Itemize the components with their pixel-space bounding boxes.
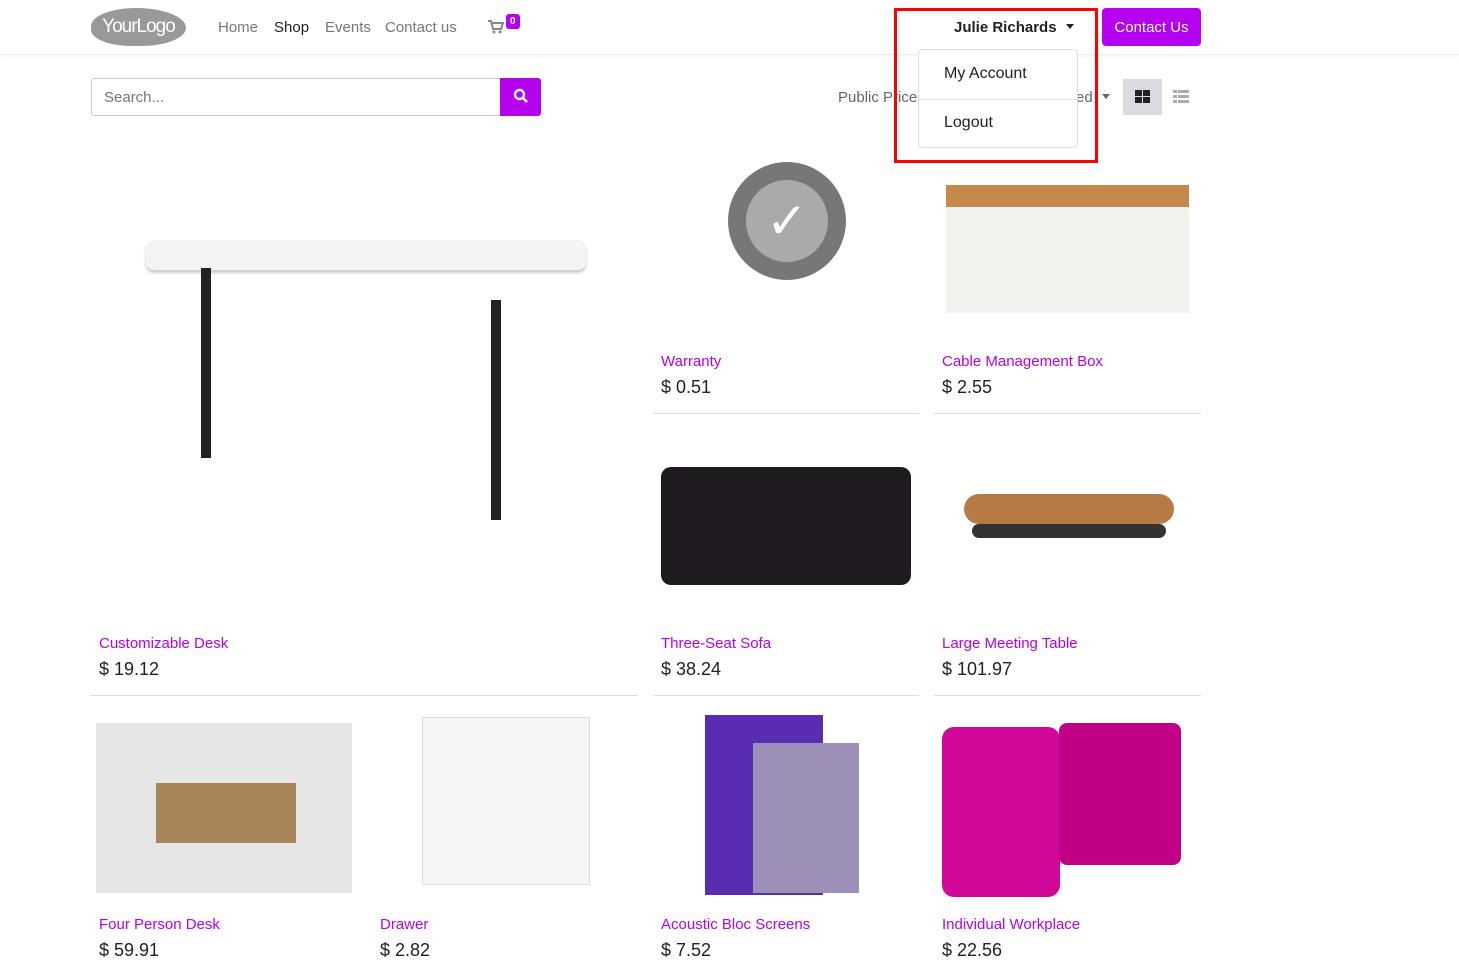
product-card[interactable]: Three-Seat Sofa $ 38.24 bbox=[653, 422, 919, 696]
product-image bbox=[96, 723, 352, 893]
product-price: $ 0.51 bbox=[661, 377, 712, 397]
product-card[interactable]: Customizable Desk $ 19.12 bbox=[91, 140, 638, 696]
product-image bbox=[942, 727, 1060, 897]
header: YourLogo Home Shop Events Contact us 0 J… bbox=[0, 0, 1459, 55]
product-image bbox=[661, 467, 911, 585]
product-name[interactable]: Warranty bbox=[661, 353, 721, 370]
product-name[interactable]: Customizable Desk bbox=[99, 635, 228, 652]
caret-down-icon bbox=[1101, 94, 1110, 99]
nav-events[interactable]: Events bbox=[325, 19, 371, 36]
product-card[interactable]: Four Person Desk $ 59.91 bbox=[91, 705, 357, 979]
product-name[interactable]: Three-Seat Sofa bbox=[661, 635, 771, 652]
logo[interactable]: YourLogo bbox=[91, 8, 186, 46]
product-name[interactable]: Large Meeting Table bbox=[942, 635, 1078, 652]
product-price: $ 2.82 bbox=[380, 940, 431, 960]
nav-shop[interactable]: Shop bbox=[274, 19, 309, 36]
product-name[interactable]: Individual Workplace bbox=[942, 916, 1080, 933]
product-name[interactable]: Four Person Desk bbox=[99, 916, 220, 933]
product-image-part bbox=[753, 743, 859, 893]
search-icon bbox=[513, 88, 528, 103]
product-price: $ 38.24 bbox=[661, 659, 722, 679]
product-card[interactable]: Individual Workplace $ 22.56 bbox=[934, 705, 1201, 979]
product-price: $ 19.12 bbox=[99, 659, 160, 679]
product-image bbox=[146, 240, 586, 530]
cart-count-badge: 0 bbox=[506, 14, 520, 29]
product-card[interactable]: Acoustic Bloc Screens $ 7.52 bbox=[653, 705, 919, 979]
product-name[interactable]: Acoustic Bloc Screens bbox=[661, 916, 810, 933]
product-name[interactable]: Cable Management Box bbox=[942, 353, 1103, 370]
product-name[interactable]: Drawer bbox=[380, 916, 428, 933]
search-input[interactable] bbox=[91, 78, 501, 116]
product-image-part bbox=[1059, 723, 1181, 865]
product-card[interactable]: ✓ Warranty $ 0.51 bbox=[653, 140, 919, 414]
search-button[interactable] bbox=[500, 78, 541, 116]
product-price: $ 101.97 bbox=[942, 659, 1013, 679]
product-price: $ 2.55 bbox=[942, 377, 993, 397]
nav-contact-us[interactable]: Contact us bbox=[385, 19, 457, 36]
nav-home[interactable]: Home bbox=[218, 19, 258, 36]
list-view-button[interactable] bbox=[1166, 79, 1196, 115]
product-card[interactable]: Cable Management Box $ 2.55 bbox=[934, 140, 1201, 414]
cart-icon[interactable] bbox=[488, 20, 505, 38]
contact-us-button[interactable]: Contact Us bbox=[1102, 8, 1201, 46]
product-image bbox=[946, 185, 1189, 313]
product-card[interactable]: Large Meeting Table $ 101.97 bbox=[934, 422, 1201, 696]
grid-view-button[interactable] bbox=[1123, 79, 1162, 115]
product-image bbox=[422, 717, 590, 885]
product-image bbox=[964, 494, 1174, 524]
list-icon bbox=[1173, 90, 1189, 103]
grid-icon bbox=[1135, 90, 1150, 103]
product-price: $ 59.91 bbox=[99, 940, 160, 960]
product-price: $ 7.52 bbox=[661, 940, 712, 960]
product-card[interactable]: Drawer $ 2.82 bbox=[372, 705, 638, 979]
product-price: $ 22.56 bbox=[942, 940, 1003, 960]
product-image: ✓ bbox=[728, 162, 846, 280]
